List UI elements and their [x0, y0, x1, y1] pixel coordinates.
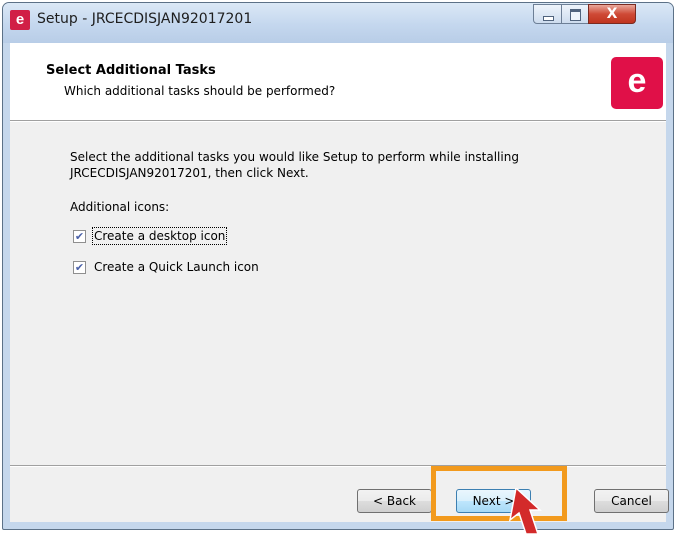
close-button[interactable]: X: [588, 4, 636, 24]
task-description: Select the additional tasks you would li…: [70, 150, 519, 180]
maximize-icon: [570, 9, 581, 21]
checkmark-icon[interactable]: ✔: [73, 229, 86, 243]
close-icon: X: [606, 6, 618, 22]
app-logo-icon: e: [10, 10, 30, 30]
task-quick-launch-icon[interactable]: ✔ Create a Quick Launch icon: [73, 258, 259, 276]
minimize-icon: [543, 16, 554, 21]
footer-divider: [10, 465, 666, 467]
task-label: Create a desktop icon: [91, 227, 228, 245]
setup-window: e Setup - JRCECDISJAN92017201 X Select A…: [2, 2, 674, 530]
wizard-header: Select Additional Tasks Which additional…: [10, 43, 666, 120]
checkmark-icon[interactable]: ✔: [73, 260, 86, 274]
additional-icons-label: Additional icons:: [70, 200, 170, 214]
header-divider: [10, 120, 666, 122]
minimize-button[interactable]: [533, 4, 562, 24]
title-bar[interactable]: e Setup - JRCECDISJAN92017201 X: [3, 3, 673, 43]
task-desktop-icon[interactable]: ✔ Create a desktop icon: [73, 227, 228, 245]
task-label: Create a Quick Launch icon: [94, 260, 259, 274]
window-title: Setup - JRCECDISJAN92017201: [37, 11, 253, 27]
arrow-pointer-icon: [508, 488, 542, 534]
page-subtitle: Which additional tasks should be perform…: [64, 84, 336, 98]
brand-logo-icon: e: [611, 57, 663, 109]
wizard-client-area: Select Additional Tasks Which additional…: [10, 43, 669, 522]
maximize-button[interactable]: [561, 4, 589, 24]
cancel-button[interactable]: Cancel: [594, 489, 669, 513]
page-title: Select Additional Tasks: [46, 63, 216, 78]
back-button[interactable]: < Back: [357, 489, 432, 513]
